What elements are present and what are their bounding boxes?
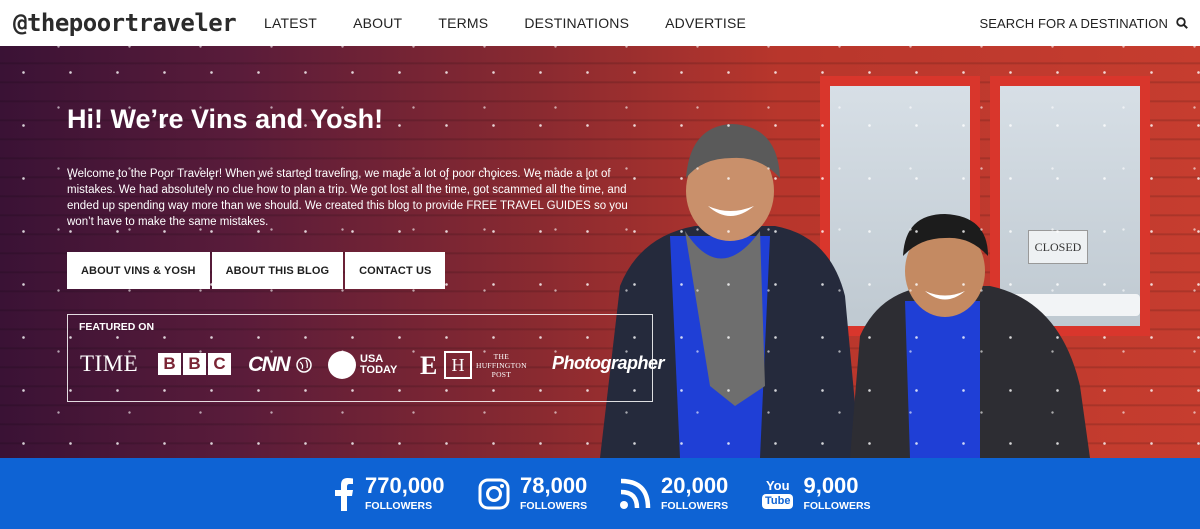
rss-icon[interactable] (619, 478, 651, 510)
usa-today-dot (328, 351, 356, 379)
youtube-label: FOLLOWERS (803, 499, 871, 512)
facebook-label: FOLLOWERS (365, 499, 433, 512)
bbc-letter: C (208, 353, 231, 375)
featured-on-box: FEATURED ON TIME B B C CNN USA TODAY E H… (67, 314, 665, 402)
social-stats-bar: 770,000 FOLLOWERS 78,000 FOLLOWERS 20,00… (0, 458, 1200, 529)
bbc-logo: B B C (158, 353, 233, 375)
hero-buttons: ABOUT VINS & YOSH ABOUT THIS BLOG CONTAC… (67, 252, 447, 289)
esquire-logo: E (420, 351, 438, 380)
hero-title: Hi! We’re Vins and Yosh! (67, 104, 384, 134)
top-nav: @thepoortraveler LATEST ABOUT TERMS DEST… (0, 0, 1200, 46)
instagram-icon[interactable] (478, 478, 510, 510)
huffington-line1: THE (493, 351, 510, 361)
usa-today-logo: USA TODAY (328, 351, 397, 379)
nav-advertise[interactable]: ADVERTISE (665, 15, 746, 31)
search-label: SEARCH FOR A DESTINATION (979, 15, 1168, 31)
huffington-line2: HUFFINGTON (476, 360, 527, 370)
rss-stat[interactable]: 20,000 FOLLOWERS (619, 458, 728, 529)
youtube-count: 9,000 (803, 472, 859, 498)
nav-latest[interactable]: LATEST (264, 15, 317, 31)
instagram-label: FOLLOWERS (520, 499, 588, 512)
huffington-post-logo: H THE HUFFINGTON POST (444, 351, 527, 379)
main-menu: LATEST ABOUT TERMS DESTINATIONS ADVERTIS… (264, 0, 782, 46)
hero-banner: CLOSED Hi! We’re Vins and Yosh! Welcome … (0, 46, 1200, 458)
featured-label: FEATURED ON (79, 321, 155, 333)
contact-us-button[interactable]: CONTACT US (345, 252, 446, 289)
search-destination[interactable]: SEARCH FOR A DESTINATION (979, 0, 1188, 46)
huffington-mark: H (444, 351, 472, 379)
youtube-icon-bottom: Tube (762, 493, 794, 509)
usa-today-line2: TODAY (360, 364, 398, 376)
facebook-icon[interactable] (333, 477, 355, 511)
photographer-logo: Photographer (552, 353, 665, 373)
globe-icon (296, 357, 313, 374)
bbc-letter: B (158, 353, 181, 375)
instagram-count: 78,000 (520, 472, 588, 498)
youtube-stat[interactable]: You Tube 9,000 FOLLOWERS (762, 458, 871, 529)
facebook-count: 770,000 (365, 472, 445, 498)
cnn-logo: CNN (248, 353, 313, 377)
rss-count: 20,000 (661, 472, 729, 498)
time-logo: TIME (80, 351, 139, 376)
huffington-line3: POST (491, 369, 512, 379)
nav-about[interactable]: ABOUT (353, 15, 402, 31)
youtube-icon-top: You (765, 477, 790, 493)
nav-terms[interactable]: TERMS (438, 15, 488, 31)
hero-intro: Welcome to the Poor Traveler! When we st… (67, 168, 628, 228)
about-vins-yosh-button[interactable]: ABOUT VINS & YOSH (67, 252, 210, 289)
youtube-icon[interactable]: You Tube (762, 477, 794, 509)
cnn-text: CNN (248, 353, 291, 376)
facebook-stat[interactable]: 770,000 FOLLOWERS (333, 458, 445, 529)
rss-label: FOLLOWERS (661, 499, 729, 512)
site-logo[interactable]: @thepoortraveler (13, 9, 237, 37)
bbc-letter: B (183, 353, 206, 375)
about-blog-button[interactable]: ABOUT THIS BLOG (211, 252, 344, 289)
instagram-stat[interactable]: 78,000 FOLLOWERS (478, 458, 587, 529)
travelers-photo (600, 124, 1090, 458)
nav-destinations[interactable]: DESTINATIONS (524, 15, 629, 31)
search-icon[interactable] (1176, 17, 1188, 29)
